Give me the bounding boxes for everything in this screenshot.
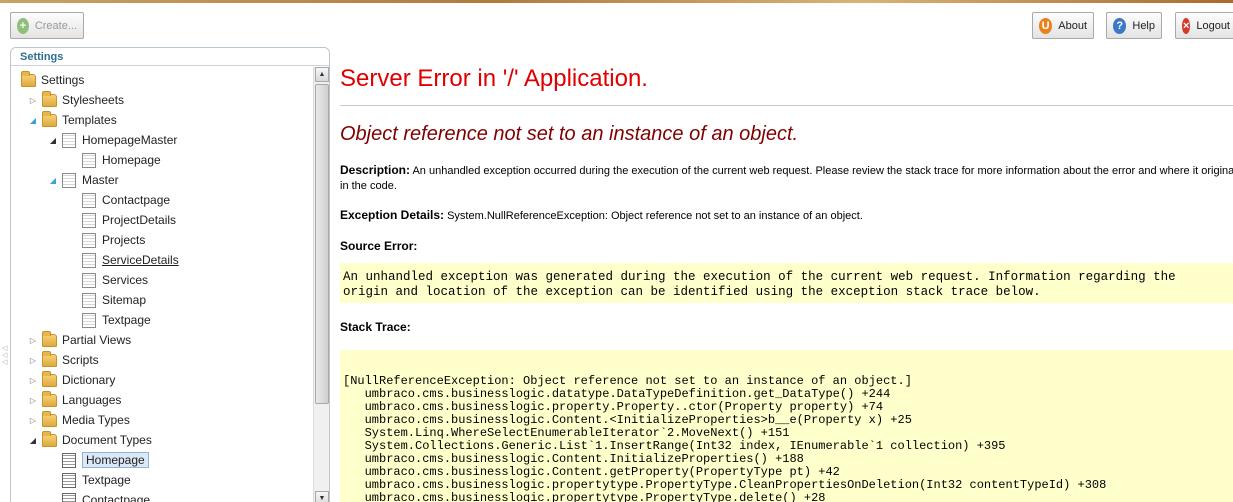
tree-item-master[interactable]: ◢ Master [48,171,119,189]
panel-splitter-icon[interactable]: ◁ ◁ ◁ [2,345,7,366]
tree-item-projectdetails[interactable]: ProjectDetails [82,211,176,229]
tree-item-templates[interactable]: ◢ Templates [28,110,117,129]
stack-trace-line: umbraco.cms.businesslogic.propertytype.P… [343,491,826,502]
settings-tree: Settings ▷ Stylesheets ◢ Templates ◢ Homepa… [11,67,313,502]
error-message: Object reference not set to an instance … [340,123,799,145]
source-error-box: An unhandled exception was generated dur… [340,263,1233,303]
toolbar: + Create... U About ? Help × Logout [0,3,1233,45]
expand-arrow-icon[interactable]: ▷ [28,395,38,405]
help-button[interactable]: ? Help [1106,12,1162,39]
error-title: Server Error in '/' Application. [340,65,648,92]
tree-item-languages[interactable]: ▷ Languages [28,390,121,409]
plus-icon: + [17,17,29,34]
source-error-heading: Source Error: [340,239,418,253]
tree-root-settings[interactable]: Settings [21,70,84,89]
template-icon [82,212,96,228]
template-icon [82,272,96,288]
folder-icon [42,390,57,407]
tree-item-services[interactable]: Services [82,271,148,289]
folder-icon [42,430,57,447]
template-icon [62,132,76,148]
template-icon [62,172,76,188]
template-icon [82,312,96,328]
expand-arrow-icon[interactable]: ▷ [28,415,38,425]
tree-item-servicedetails[interactable]: ServiceDetails [82,251,179,269]
tree-item-homepage-doctype[interactable]: Homepage [62,451,149,469]
expand-arrow-icon[interactable]: ▷ [28,355,38,365]
error-content: Server Error in '/' Application. Object … [340,45,1233,502]
document-type-icon [62,492,76,502]
stack-trace-box: [NullReferenceException: Object referenc… [340,350,1233,502]
tree-item-projects[interactable]: Projects [82,231,145,249]
exception-details-block: Exception Details: System.NullReferenceE… [340,208,863,222]
tree-item-dictionary[interactable]: ▷ Dictionary [28,370,115,389]
create-button[interactable]: + Create... [10,12,84,39]
tree-item-contactpage-template[interactable]: Contactpage [82,191,170,209]
tree-item-homepage-template[interactable]: Homepage [82,151,161,169]
expand-arrow-icon[interactable]: ▷ [28,95,38,105]
tree-item-textpage-doctype[interactable]: Textpage [62,471,131,489]
collapse-arrow-icon[interactable]: ◢ [28,115,38,125]
help-icon: ? [1113,17,1127,34]
tree-item-media-types[interactable]: ▷ Media Types [28,410,130,429]
folder-icon [42,350,57,367]
folder-icon [42,110,57,127]
folder-icon [21,70,36,87]
logout-button[interactable]: × Logout [1175,12,1233,39]
tree-scrollbar[interactable]: ▲ ▼ [313,67,329,502]
folder-icon [42,370,57,387]
divider [340,105,1233,106]
template-icon [82,152,96,168]
expand-arrow-icon[interactable]: ▷ [28,375,38,385]
template-icon [82,252,96,268]
expand-arrow-icon[interactable]: ▷ [28,335,38,345]
collapse-arrow-icon[interactable]: ◢ [48,135,58,145]
folder-icon [42,330,57,347]
tree-item-textpage-template[interactable]: Textpage [82,311,151,329]
description-block: Description: An unhandled exception occu… [340,163,1233,192]
tree-item-partial-views[interactable]: ▷ Partial Views [28,330,131,349]
folder-icon [42,90,57,107]
panel-header: Settings [11,48,329,66]
tree-item-contactpage-doctype[interactable]: Contactpage [62,491,150,502]
template-icon [82,292,96,308]
tree-item-scripts[interactable]: ▷ Scripts [28,350,99,369]
tree-item-homepagemaster[interactable]: ◢ HomepageMaster [48,131,177,149]
collapse-arrow-icon[interactable]: ◢ [48,175,58,185]
folder-icon [42,410,57,427]
close-icon: × [1182,17,1191,34]
about-button[interactable]: U About [1032,12,1094,39]
template-icon [82,192,96,208]
scroll-thumb[interactable] [315,84,329,404]
tree-item-stylesheets[interactable]: ▷ Stylesheets [28,90,124,109]
stack-trace-heading: Stack Trace: [340,320,411,334]
collapse-arrow-icon[interactable]: ◢ [28,435,38,445]
settings-tree-panel: Settings Settings ▷ Stylesheets ◢ Template… [10,47,330,502]
document-type-icon [62,472,76,488]
tree-item-document-types[interactable]: ◢ Document Types [28,430,152,449]
document-type-icon [62,452,76,468]
scroll-down-arrow-icon[interactable]: ▼ [315,491,329,502]
scroll-up-arrow-icon[interactable]: ▲ [315,67,329,82]
info-icon: U [1039,17,1053,34]
template-icon [82,232,96,248]
tree-item-sitemap[interactable]: Sitemap [82,291,146,309]
